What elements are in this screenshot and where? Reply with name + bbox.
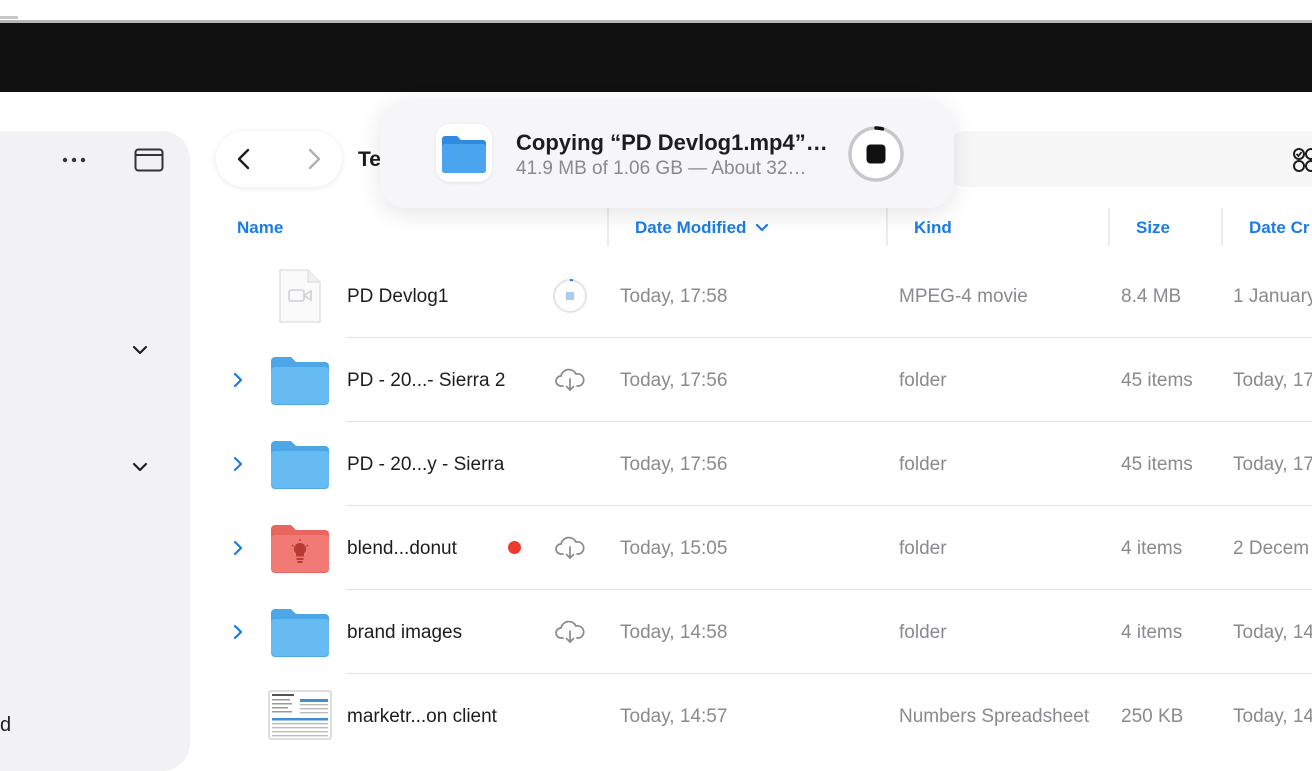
chevron-right-icon[interactable] (231, 540, 245, 556)
column-header-date-created[interactable]: Date Cr (1249, 218, 1309, 238)
file-date-modified: Today, 14:58 (620, 622, 728, 643)
folder-icon (436, 124, 492, 182)
file-size: 45 items (1121, 370, 1193, 391)
file-date-created: Today, 17 (1233, 454, 1312, 475)
file-kind: folder (899, 538, 947, 559)
folder-icon (270, 439, 330, 489)
column-header-name[interactable]: Name (237, 218, 283, 238)
top-strip (0, 0, 1312, 23)
copy-progress-toast: Copying “PD Devlog1.mp4”… 41.9 MB of 1.0… (380, 100, 954, 208)
file-name: blend...donut (347, 538, 457, 559)
file-date-created: Today, 14 (1233, 622, 1312, 643)
file-row[interactable]: marketr...on client Today, 14:57 Numbers… (0, 674, 1312, 758)
top-strip-tick (0, 16, 18, 19)
file-kind: folder (899, 454, 947, 475)
file-kind: folder (899, 622, 947, 643)
file-name: PD - 20...- Sierra 2 (347, 370, 506, 391)
file-name: PD Devlog1 (347, 286, 449, 307)
toolbar-background (940, 131, 1312, 187)
window-title: Te (358, 148, 381, 171)
chevron-right-icon[interactable] (231, 624, 245, 640)
column-header-label: Date Modified (635, 218, 747, 237)
file-size: 45 items (1121, 454, 1193, 475)
toast-title: Copying “PD Devlog1.mp4”… (516, 130, 828, 155)
chevron-right-icon[interactable] (302, 147, 326, 171)
view-options-icon[interactable] (1292, 147, 1312, 173)
progress-arc (874, 126, 885, 131)
file-size: 8.4 MB (1121, 286, 1182, 307)
chevron-right-icon[interactable] (231, 456, 245, 472)
column-header-date-modified[interactable]: Date Modified (635, 218, 769, 238)
file-size: 4 items (1121, 538, 1183, 559)
file-row[interactable]: PD Devlog1 Today, 17:58 MPEG-4 movie 8.4… (0, 254, 1312, 338)
cloud-download-icon[interactable] (555, 620, 585, 644)
file-kind: folder (899, 370, 947, 391)
file-row[interactable]: PD - 20...y - Sierra Today, 17:56 folder… (0, 422, 1312, 506)
file-date-modified: Today, 15:05 (620, 538, 728, 559)
navigation-buttons (216, 131, 342, 187)
ellipsis-icon[interactable] (62, 149, 86, 169)
column-separator[interactable] (1108, 208, 1110, 246)
folder-icon (270, 607, 330, 657)
cloud-download-icon[interactable] (555, 368, 585, 392)
file-date-modified: Today, 17:56 (620, 454, 728, 475)
column-separator[interactable] (607, 208, 609, 246)
file-date-modified: Today, 17:58 (620, 286, 728, 307)
file-date-created: 2 Decem (1233, 538, 1310, 559)
file-name: marketr...on client (347, 706, 497, 727)
file-row[interactable]: brand images Today, 14:58 folder 4 items… (0, 590, 1312, 674)
column-separator[interactable] (1221, 208, 1223, 246)
cloud-download-icon[interactable] (555, 536, 585, 560)
column-separator[interactable] (886, 208, 888, 246)
spreadsheet-file-icon (268, 690, 332, 740)
file-row[interactable]: blend...donut Today, 15:05 folder 4 item… (0, 506, 1312, 590)
folder-icon (270, 355, 330, 405)
file-kind: MPEG-4 movie (899, 286, 1028, 307)
file-date-created: Today, 14 (1233, 706, 1312, 727)
file-date-modified: Today, 14:57 (620, 706, 728, 727)
file-row[interactable]: PD - 20...- Sierra 2 Today, 17:56 folder… (0, 338, 1312, 422)
folder-icon (270, 523, 330, 573)
file-date-modified: Today, 17:56 (620, 370, 728, 391)
file-name: brand images (347, 622, 463, 643)
column-header-size[interactable]: Size (1136, 218, 1170, 238)
toast-progress-text: 41.9 MB of 1.06 GB — About 32… (516, 158, 807, 179)
file-date-created: Today, 17 (1233, 370, 1312, 391)
movie-file-icon (278, 268, 322, 324)
file-kind: Numbers Spreadsheet (899, 706, 1090, 727)
stop-icon[interactable] (846, 124, 906, 184)
copy-progress-icon (552, 278, 588, 314)
file-size: 4 items (1121, 622, 1183, 643)
black-bar (0, 23, 1312, 92)
sort-descending-icon (756, 223, 769, 232)
file-name: PD - 20...y - Sierra (347, 454, 505, 475)
sidebar-toggle-icon[interactable] (134, 148, 164, 172)
file-size: 250 KB (1121, 706, 1184, 727)
column-header-kind[interactable]: Kind (914, 218, 952, 238)
chevron-right-icon[interactable] (231, 372, 245, 388)
chevron-left-icon[interactable] (232, 147, 256, 171)
file-date-created: 1 January (1233, 286, 1312, 307)
red-tag-dot (508, 541, 521, 554)
